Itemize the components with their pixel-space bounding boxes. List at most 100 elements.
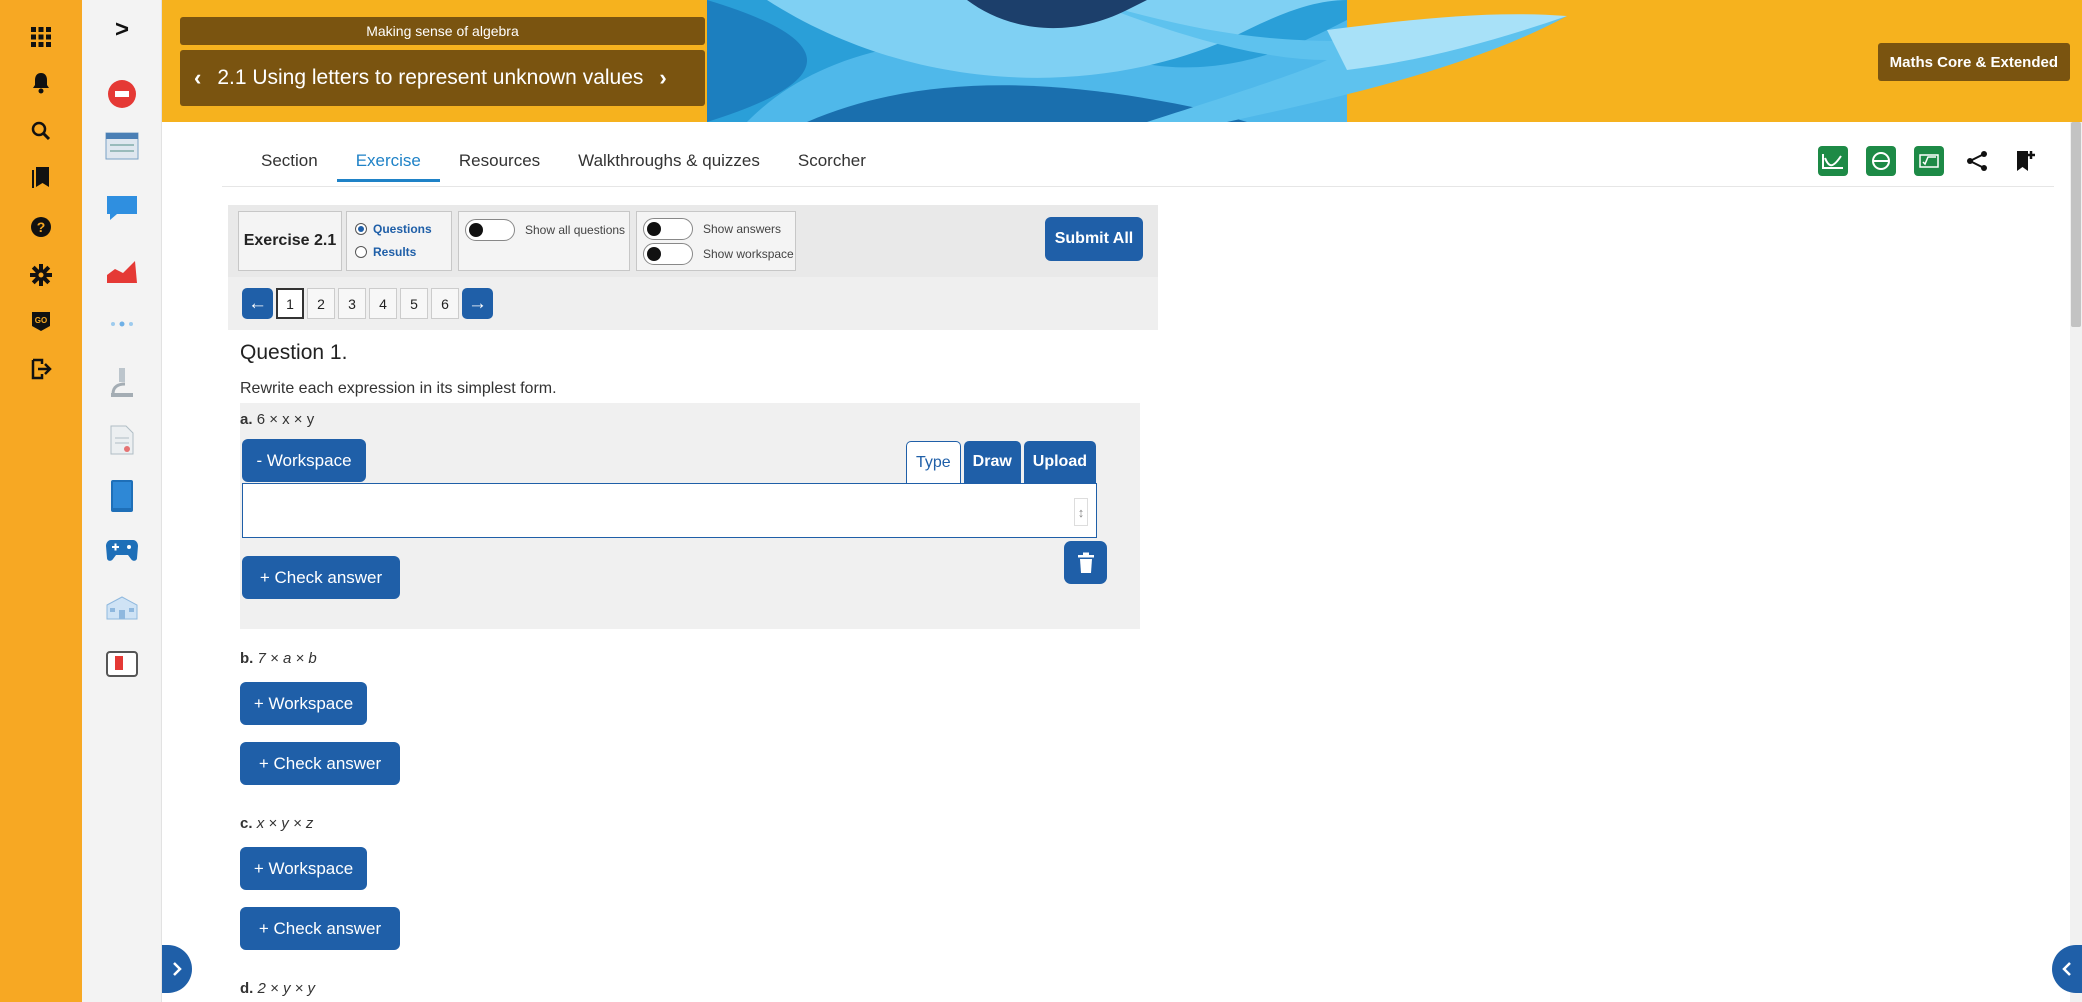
exercise-panel: Exercise 2.1 Questions Results Show all … (228, 205, 1158, 1002)
page-5-button[interactable]: 5 (400, 288, 428, 319)
tab-section[interactable]: Section (242, 148, 337, 182)
expand-right-panel-button[interactable] (2052, 945, 2082, 993)
mode-results-label: Results (373, 244, 417, 259)
book-icon[interactable] (97, 474, 147, 518)
go-badge-icon[interactable]: GO (22, 302, 60, 340)
bell-icon[interactable] (22, 64, 60, 102)
app-root: ? GO > Making sense of algebra ‹ 2.1 Usi… (0, 0, 2082, 1002)
content-tabs: Section Exercise Resources Walkthroughs … (242, 148, 885, 182)
previous-question-button[interactable]: ← (242, 288, 273, 319)
scrollbar-thumb[interactable] (2071, 122, 2081, 327)
header-banner: Making sense of algebra ‹ 2.1 Using lett… (162, 0, 2082, 122)
show-answers-toggle[interactable] (643, 217, 693, 240)
resize-handle-icon[interactable]: ↕ (1074, 498, 1088, 526)
show-workspace-toggle[interactable] (643, 242, 693, 265)
workspace-tab-upload[interactable]: Upload (1023, 441, 1096, 483)
chat-bubble-icon[interactable] (97, 186, 147, 230)
part-a-letter: a. (240, 411, 253, 428)
workspace-tab-type[interactable]: Type (905, 441, 961, 483)
settings-gear-icon[interactable] (22, 256, 60, 294)
browser-window-icon[interactable] (97, 124, 147, 168)
globe-tool-icon[interactable] (1866, 146, 1896, 176)
answer-textarea[interactable]: ↕ (242, 483, 1097, 538)
show-all-questions-label: Show all questions (525, 223, 626, 237)
mode-results-option[interactable]: Results (355, 240, 443, 263)
question-pager: ← 1 2 3 4 5 6 → (242, 288, 493, 319)
submit-all-button[interactable]: Submit All (1045, 217, 1143, 261)
gamepad-icon[interactable] (97, 528, 147, 572)
tab-exercise[interactable]: Exercise (336, 148, 440, 182)
logout-icon[interactable] (22, 350, 60, 388)
part-d-label: d. 2 × y × y (240, 980, 315, 997)
question-instruction: Rewrite each expression in its simplest … (240, 380, 557, 397)
part-d-expression: 2 × y × y (257, 980, 316, 997)
course-badge[interactable]: Maths Core & Extended (1877, 43, 2070, 81)
svg-text:GO: GO (35, 316, 47, 325)
bookmarks-icon[interactable] (22, 158, 60, 196)
document-icon[interactable] (97, 418, 147, 462)
microscope-icon[interactable] (97, 360, 147, 404)
show-answers-label: Show answers (703, 221, 782, 236)
workspace-button-b[interactable]: + Workspace (240, 682, 367, 725)
chevron-left-icon (2062, 962, 2071, 976)
dots-icon[interactable] (97, 302, 147, 346)
page-1-button[interactable]: 1 (276, 288, 304, 319)
part-b-letter: b. (240, 650, 254, 667)
tools-sidebar: > (82, 0, 162, 1002)
main-rail: ? GO (0, 0, 82, 1002)
show-all-questions-box: Show all questions (458, 211, 630, 271)
previous-section-button[interactable]: ‹ (194, 65, 201, 91)
check-answer-button-c[interactable]: + Check answer (240, 907, 400, 950)
radio-selected-icon[interactable] (355, 222, 367, 235)
page-4-button[interactable]: 4 (369, 288, 397, 319)
flag-card-icon[interactable] (97, 642, 147, 686)
page-6-button[interactable]: 6 (431, 288, 459, 319)
breadcrumb-section: ‹ 2.1 Using letters to represent unknown… (180, 50, 705, 106)
expand-left-panel-button[interactable] (162, 945, 192, 993)
stop-sign-icon[interactable] (97, 72, 147, 116)
search-icon[interactable] (22, 112, 60, 150)
workspace-button-c[interactable]: + Workspace (240, 847, 367, 890)
help-icon[interactable]: ? (22, 208, 60, 246)
tab-scorcher[interactable]: Scorcher (779, 148, 885, 182)
part-c-expression: x × y × z (256, 815, 314, 832)
part-b-expression: 7 × a × b (257, 650, 317, 667)
exercise-title: Exercise 2.1 (238, 211, 342, 271)
part-a-label: a. 6 × x × y (240, 411, 314, 428)
graph-tool-icon[interactable] (1818, 146, 1848, 176)
question-title: Question 1. (240, 341, 348, 364)
next-section-button[interactable]: › (659, 65, 666, 91)
check-answer-button-b[interactable]: + Check answer (240, 742, 400, 785)
mode-selector: Questions Results (346, 211, 452, 271)
apps-grid-icon[interactable] (22, 18, 60, 56)
chart-icon[interactable] (97, 248, 147, 292)
tabs-divider (222, 186, 2054, 187)
exercise-controls: Exercise 2.1 Questions Results Show all … (228, 205, 1158, 277)
page-2-button[interactable]: 2 (307, 288, 335, 319)
part-c-letter: c. (240, 815, 253, 832)
mode-questions-option[interactable]: Questions (355, 217, 443, 240)
share-icon[interactable] (1962, 146, 1992, 176)
radio-icon[interactable] (355, 245, 367, 258)
part-b-label: b. 7 × a × b (240, 650, 317, 667)
page-3-button[interactable]: 3 (338, 288, 366, 319)
tab-resources[interactable]: Resources (440, 148, 559, 182)
question-part-a: a. 6 × x × y - Workspace Type Draw Uploa… (240, 403, 1140, 629)
school-icon[interactable] (97, 586, 147, 630)
section-title: 2.1 Using letters to represent unknown v… (217, 66, 644, 89)
bookmark-add-icon[interactable] (2010, 146, 2040, 176)
tab-walkthroughs-quizzes[interactable]: Walkthroughs & quizzes (559, 148, 779, 182)
part-c-label: c. x × y × z (240, 815, 313, 832)
workspace-tab-draw[interactable]: Draw (963, 441, 1021, 483)
check-answer-button-a[interactable]: + Check answer (242, 556, 400, 599)
show-all-questions-toggle[interactable] (465, 219, 515, 241)
workspace-toggle-button[interactable]: - Workspace (242, 439, 366, 482)
mode-questions-label: Questions (373, 221, 432, 236)
question-pager-bar: ← 1 2 3 4 5 6 → (228, 277, 1158, 330)
show-options-box: Show answers Show workspace (636, 211, 796, 271)
calculator-tool-icon[interactable] (1914, 146, 1944, 176)
workspace-mode-tabs: Type Draw Upload (905, 441, 1096, 483)
sidebar-expand-button[interactable]: > (97, 8, 147, 52)
trash-icon[interactable] (1064, 541, 1107, 584)
next-question-button[interactable]: → (462, 288, 493, 319)
